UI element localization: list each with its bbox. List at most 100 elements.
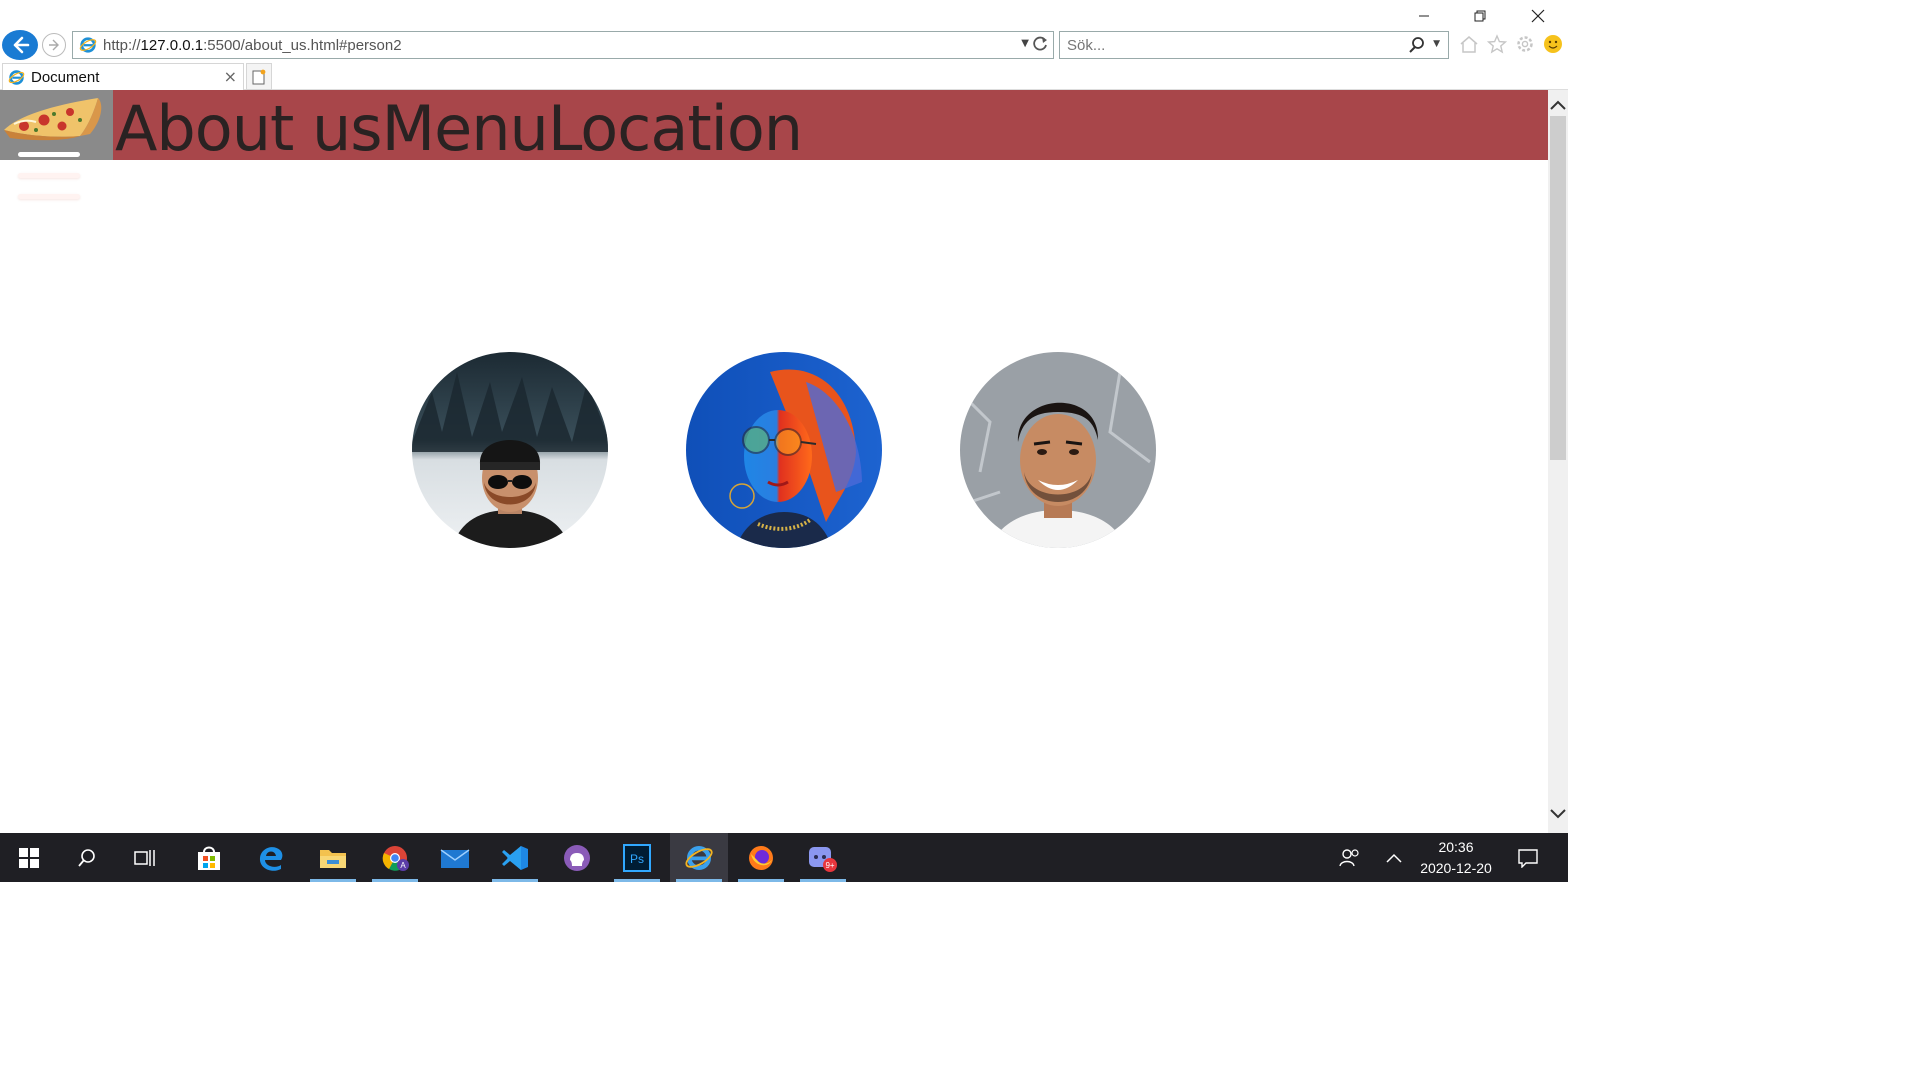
windows-logo-icon	[19, 847, 39, 868]
back-button[interactable]	[2, 30, 38, 60]
firefox-icon	[749, 845, 773, 870]
team-member-photo-1[interactable]	[412, 352, 608, 548]
refresh-button[interactable]	[1031, 35, 1049, 57]
close-window-button[interactable]	[1510, 0, 1566, 32]
taskbar-app-mail[interactable]	[426, 833, 484, 882]
running-indicator	[676, 879, 722, 882]
taskbar-app-firefox[interactable]	[732, 833, 790, 882]
address-url: http://127.0.0.1:5500/about_us.html#pers…	[103, 36, 402, 54]
smiley-icon	[1544, 35, 1562, 53]
browser-title-bar	[0, 0, 1568, 32]
tab-bar: Document ×	[0, 62, 1568, 90]
restore-button[interactable]	[1452, 0, 1508, 32]
chevron-down-icon	[1550, 809, 1566, 819]
github-icon	[564, 844, 590, 871]
windows-taskbar: A Ps 9+ 20:36 2020-12-20	[0, 833, 1568, 882]
svg-text:9+: 9+	[825, 861, 834, 870]
taskbar-clock[interactable]: 20:36 2020-12-20	[1408, 837, 1504, 879]
search-dropdown-icon[interactable]: ▼	[1433, 39, 1440, 49]
taskbar-app-github-desktop[interactable]	[548, 833, 606, 882]
vscode-icon	[502, 845, 528, 870]
running-indicator	[738, 879, 784, 882]
hamburger-bar	[18, 173, 80, 178]
tab-close-button[interactable]: ×	[224, 67, 237, 86]
start-button[interactable]	[0, 833, 58, 882]
nav-link-location[interactable]: Location	[548, 92, 803, 165]
navigation-bar: http://127.0.0.1:5500/about_us.html#pers…	[0, 30, 1568, 62]
site-header: About usMenuLocation	[0, 90, 1548, 199]
search-input[interactable]	[1067, 36, 1387, 54]
folder-icon	[320, 849, 346, 868]
svg-text:Ps: Ps	[630, 852, 644, 866]
taskbar-app-edge[interactable]	[242, 833, 300, 882]
star-icon	[1487, 34, 1507, 54]
search-box[interactable]: ▼	[1059, 31, 1449, 59]
header-nav: About usMenuLocation	[115, 92, 803, 165]
gear-icon	[1517, 36, 1533, 52]
arrow-right-icon	[49, 39, 59, 51]
svg-text:A: A	[400, 861, 406, 870]
site-logo[interactable]	[0, 90, 113, 160]
refresh-icon	[1033, 36, 1047, 51]
internet-explorer-icon	[685, 845, 713, 870]
minimize-icon	[1419, 15, 1429, 17]
notification-icon	[1518, 848, 1538, 868]
nav-link-menu[interactable]: Menu	[382, 92, 549, 165]
team-member-photo-2[interactable]	[686, 352, 882, 548]
tab-document[interactable]: Document ×	[2, 63, 244, 90]
nav-link-about-us[interactable]: About us	[115, 92, 383, 165]
hamburger-bar	[18, 152, 80, 157]
tab-title: Document	[31, 68, 100, 86]
team-member-photo-3[interactable]	[960, 352, 1156, 548]
taskbar-app-photoshop[interactable]: Ps	[608, 833, 666, 882]
person-portrait-2	[686, 352, 882, 548]
taskbar-app-vscode[interactable]	[486, 833, 544, 882]
clock-date: 2020-12-20	[1420, 860, 1492, 876]
scroll-up-button[interactable]	[1548, 96, 1568, 114]
internet-explorer-icon	[79, 37, 97, 53]
discord-icon: 9+	[809, 846, 837, 872]
hamburger-menu-button[interactable]	[18, 152, 80, 215]
feedback-button[interactable]	[1542, 33, 1564, 55]
taskbar-search-button[interactable]	[58, 833, 116, 882]
address-bar[interactable]: http://127.0.0.1:5500/about_us.html#pers…	[72, 31, 1054, 59]
people-button[interactable]	[1330, 833, 1370, 882]
running-indicator	[310, 879, 356, 882]
taskbar-app-store[interactable]	[180, 833, 238, 882]
person-portrait-3	[960, 352, 1156, 548]
task-view-icon	[134, 849, 155, 866]
new-tab-button[interactable]	[246, 63, 272, 90]
home-button[interactable]	[1458, 33, 1480, 55]
taskbar-app-file-explorer[interactable]	[304, 833, 362, 882]
new-tab-icon	[252, 69, 266, 84]
people-icon	[1339, 848, 1359, 866]
chevron-up-icon	[1386, 853, 1402, 863]
close-icon	[1531, 9, 1545, 23]
settings-button[interactable]	[1514, 33, 1536, 55]
search-button[interactable]	[1408, 36, 1426, 58]
arrow-left-icon	[13, 36, 30, 54]
favorites-button[interactable]	[1486, 33, 1508, 55]
task-view-button[interactable]	[116, 833, 174, 882]
taskbar-app-chrome[interactable]: A	[366, 833, 424, 882]
running-indicator	[614, 879, 660, 882]
forward-button[interactable]	[42, 33, 66, 57]
minimize-button[interactable]	[1396, 0, 1452, 32]
vertical-scrollbar[interactable]	[1548, 90, 1568, 833]
edge-icon	[259, 846, 283, 871]
taskbar-app-discord[interactable]: 9+	[794, 833, 852, 882]
pizza-logo-icon	[0, 90, 113, 160]
browser-toolbar-icons	[1458, 33, 1564, 55]
photoshop-icon: Ps	[623, 843, 651, 872]
running-indicator	[800, 879, 846, 882]
scroll-down-button[interactable]	[1548, 805, 1568, 823]
address-dropdown-icon[interactable]: ▼	[1021, 38, 1029, 49]
scrollbar-thumb[interactable]	[1550, 116, 1566, 460]
page-viewport: About usMenuLocation	[0, 90, 1548, 833]
chevron-up-icon	[1550, 100, 1566, 110]
action-center-button[interactable]	[1508, 833, 1548, 882]
restore-icon	[1474, 10, 1486, 22]
home-icon	[1460, 36, 1478, 53]
chrome-icon: A	[382, 845, 409, 871]
taskbar-app-internet-explorer[interactable]	[670, 833, 728, 882]
